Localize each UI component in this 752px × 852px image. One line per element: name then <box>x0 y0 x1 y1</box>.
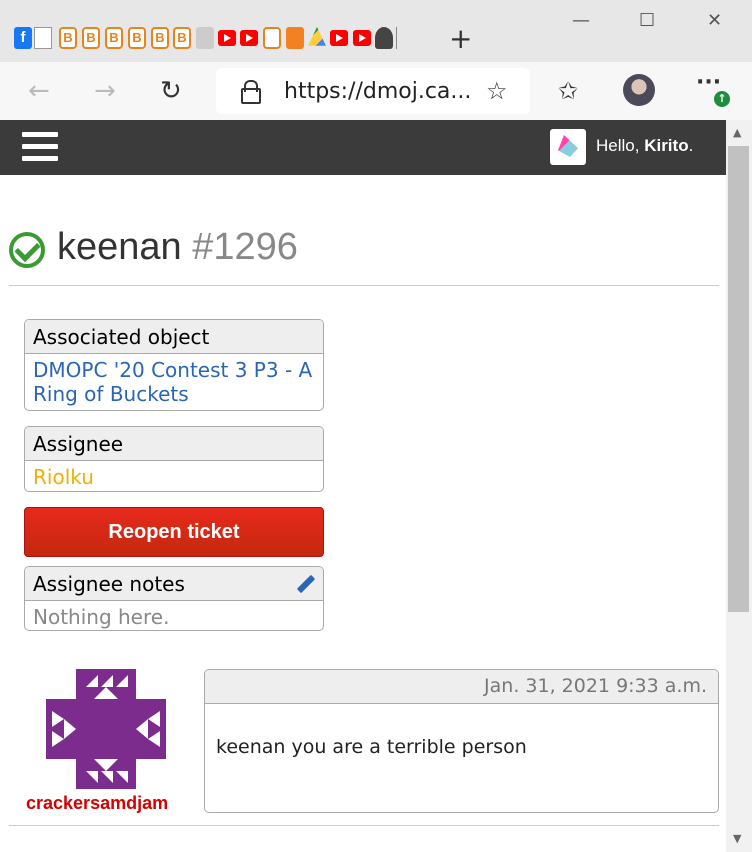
edit-pencil-icon[interactable] <box>296 575 314 593</box>
scrollbar[interactable]: ▲ ▼ <box>726 120 752 852</box>
blogger-tab-icon[interactable]: B <box>59 27 77 49</box>
scroll-up-icon[interactable]: ▲ <box>733 126 741 139</box>
associated-object-label: Associated object <box>25 320 323 354</box>
scrollbar-thumb[interactable] <box>728 146 749 612</box>
comment-divider <box>9 825 719 826</box>
stackoverflow-tab-icon[interactable] <box>286 27 304 49</box>
browser-tab-bar: f B B B B B B + — ☐ ✕ <box>0 0 752 62</box>
ticket-number: #1296 <box>192 226 298 268</box>
greeting-username[interactable]: Kirito <box>644 136 688 155</box>
youtube-tab-icon[interactable] <box>218 30 236 46</box>
forward-icon[interactable]: → <box>94 76 116 106</box>
assignee-notes-label: Assignee notes <box>25 567 323 601</box>
favorites-icon[interactable]: ✩ <box>558 77 578 105</box>
comment-body: keenan you are a terrible person <box>216 736 527 758</box>
tab-divider <box>396 27 397 49</box>
document-tab-icon[interactable] <box>34 27 52 49</box>
blogger-tab-icon[interactable]: B <box>151 27 169 49</box>
title-divider <box>9 285 719 286</box>
hamburger-menu-icon[interactable] <box>22 132 58 162</box>
github-tab-icon[interactable] <box>375 27 393 49</box>
comment-author-name[interactable]: crackersamdjam <box>26 793 168 814</box>
bookmark-tab-icon[interactable] <box>263 27 281 49</box>
tools-tab-icon[interactable] <box>196 27 214 49</box>
back-icon[interactable]: ← <box>28 76 50 106</box>
reopen-ticket-button[interactable]: Reopen ticket <box>24 507 324 557</box>
youtube-tab-icon[interactable] <box>240 30 258 46</box>
reload-icon[interactable]: ↻ <box>160 76 182 106</box>
blogger-tab-icon[interactable]: B <box>105 27 123 49</box>
greeting-text: Hello, <box>596 136 645 155</box>
facebook-tab-icon[interactable]: f <box>14 27 32 49</box>
minimize-icon[interactable]: — <box>572 10 590 31</box>
page-title: keenan #1296 <box>57 226 298 269</box>
assignee-label: Assignee <box>25 427 323 461</box>
resolved-check-icon <box>9 232 45 268</box>
url-text[interactable]: https://dmoj.ca... <box>284 79 471 104</box>
assignee-link[interactable]: Riolku <box>25 461 323 491</box>
associated-object-panel: Associated object DMOPC '20 Contest 3 P3… <box>24 319 324 411</box>
profile-avatar[interactable] <box>623 74 655 106</box>
google-drive-tab-icon[interactable] <box>308 27 326 46</box>
user-avatar[interactable] <box>550 129 586 165</box>
youtube-tab-icon[interactable] <box>353 30 371 46</box>
close-icon[interactable]: ✕ <box>707 10 722 31</box>
blogger-tab-icon[interactable]: B <box>82 27 100 49</box>
blogger-tab-icon[interactable]: B <box>173 27 191 49</box>
maximize-icon[interactable]: ☐ <box>639 10 655 31</box>
update-icon: ↑ <box>714 91 730 107</box>
comment-panel: Jan. 31, 2021 9:33 a.m. keenan you are a… <box>204 669 719 813</box>
assignee-notes-panel: Assignee notes Nothing here. <box>24 566 324 631</box>
avatar-pattern <box>52 675 160 783</box>
youtube-tab-icon[interactable] <box>330 30 348 46</box>
new-tab-button[interactable]: + <box>449 22 472 55</box>
scroll-down-icon[interactable]: ▼ <box>733 832 741 845</box>
associated-object-link[interactable]: DMOPC '20 Contest 3 P3 - A Ring of Bucke… <box>25 354 323 410</box>
add-favorite-icon[interactable]: ☆ <box>486 77 508 105</box>
greeting-end: . <box>688 136 694 155</box>
lock-icon[interactable] <box>241 80 261 104</box>
user-greeting[interactable]: Hello, Kirito. <box>596 136 693 156</box>
ticket-title: keenan <box>57 226 182 268</box>
comment-timestamp[interactable]: Jan. 31, 2021 9:33 a.m. <box>205 670 718 704</box>
comment-author-avatar[interactable] <box>46 669 166 789</box>
blogger-tab-icon[interactable]: B <box>128 27 146 49</box>
assignee-notes-text: Nothing here. <box>33 605 170 629</box>
assignee-panel: Assignee Riolku <box>24 426 324 492</box>
